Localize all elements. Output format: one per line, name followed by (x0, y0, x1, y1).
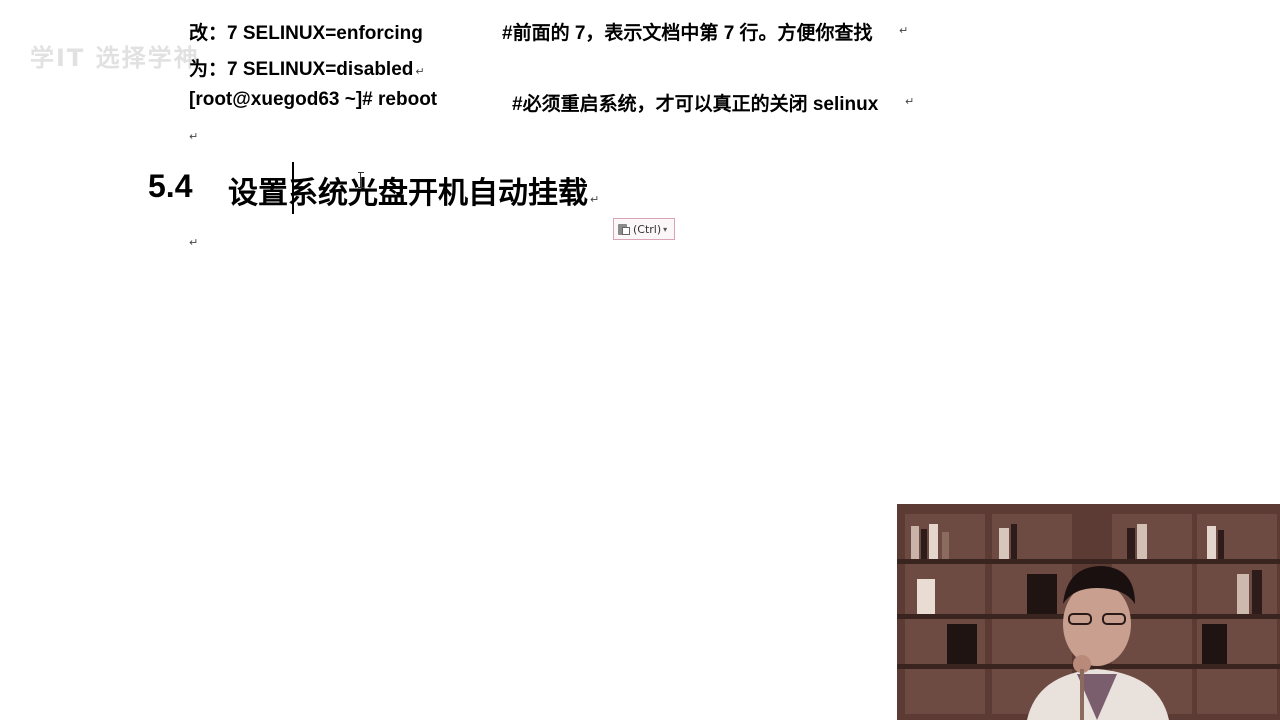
line-label: 改： (189, 23, 228, 44)
empty-paragraph-mark: ↵ (189, 236, 199, 249)
clipboard-icon (617, 222, 631, 236)
line-label: 为： (189, 59, 228, 80)
heading-title[interactable]: 设置系统光盘开机自动挂载 ↵ (228, 168, 599, 212)
paragraph-mark: ↵ (590, 193, 600, 206)
doc-line-1[interactable]: 改：7 SELINUX=enforcing #前面的 7，表示文档中第 7 行。… (189, 18, 908, 45)
webcam-video-frame (897, 504, 1280, 720)
doc-line-2[interactable]: 为：7 SELINUX=disabled ↵ (189, 54, 425, 81)
chevron-down-icon: ▾ (663, 224, 668, 234)
webcam-overlay (897, 504, 1280, 720)
line-command: 7 SELINUX=enforcing (227, 23, 423, 44)
line-comment: #前面的 7，表示文档中第 7 行。方便你查找 (502, 23, 873, 44)
paragraph-mark: ↵ (415, 65, 425, 78)
paste-options-button[interactable]: (Ctrl) ▾ (613, 218, 675, 240)
empty-paragraph-mark: ↵ (189, 130, 199, 143)
paste-options-label: (Ctrl) (633, 222, 662, 236)
paragraph-mark: ↵ (899, 24, 909, 37)
line-comment: #必须重启系统，才可以真正的关闭 selinux (512, 94, 879, 115)
text-caret (292, 162, 294, 214)
line-command: [root@xuegod63 ~]# reboot (189, 89, 438, 110)
document-page[interactable]: 学IT 选择学神 改：7 SELINUX=enforcing #前面的 7，表示… (0, 0, 1280, 720)
doc-line-3[interactable]: [root@xuegod63 ~]# reboot #必须重启系统，才可以真正的… (189, 89, 914, 115)
heading-title-text: 设置系统光盘开机自动挂载 (228, 176, 588, 211)
text-cursor-icon (358, 172, 364, 188)
paragraph-mark: ↵ (905, 95, 915, 108)
watermark-logo: 学IT 选择学神 (30, 44, 200, 72)
heading-number: 5.4 (148, 168, 193, 204)
line-command: 7 SELINUX=disabled (227, 59, 414, 80)
